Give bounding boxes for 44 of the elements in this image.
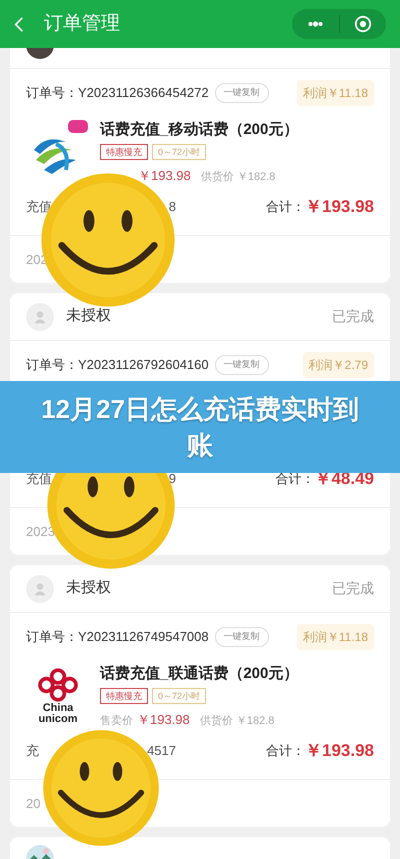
recharge-text: 充值 <box>26 470 52 488</box>
sale-price: ￥193.98 <box>138 166 191 184</box>
profit-badge: 利润￥11.18 <box>296 624 374 650</box>
recharge-text: 4517 <box>147 742 176 760</box>
order-number: 订单号：Y20231126749547008 <box>26 628 209 646</box>
profit-badge: 利润￥11.18 <box>296 80 374 106</box>
user-name: 未授权 <box>66 306 111 326</box>
product-tag: 特惠慢充 <box>100 144 148 160</box>
product-title: 话费充值_移动话费（200元） <box>100 120 298 140</box>
product-tag: 0～72小时 <box>152 144 206 160</box>
supply-price: 供货价 ￥182.8 <box>200 714 274 728</box>
order-number: 订单号：Y20231126366454272 <box>26 84 209 102</box>
avatar-icon <box>26 302 54 330</box>
copy-button[interactable]: 一键复制 <box>214 83 269 103</box>
sale-price: ￥193.98 <box>137 710 190 728</box>
supply-price: 供货价 ￥182.8 <box>200 170 276 184</box>
order-status: 已完成 <box>332 307 374 326</box>
logo-text: unicom <box>38 714 78 725</box>
total-label: 合计： <box>266 742 305 760</box>
close-icon[interactable] <box>354 15 372 33</box>
product-title: 话费充值_联通话费（200元） <box>100 664 298 684</box>
order-date: 20 <box>26 794 40 813</box>
user-name: 未授权 <box>66 578 111 598</box>
order-number: 订单号：Y20231126792604160 <box>26 356 209 374</box>
price-label: 售卖价 <box>100 714 133 728</box>
total-label: 合计： <box>275 470 314 488</box>
page-title: 订单管理 <box>44 12 120 36</box>
product-tag: 0～72小时 <box>152 688 206 704</box>
back-icon[interactable] <box>14 16 24 32</box>
order-status: 已完成 <box>332 579 374 598</box>
profit-badge: 利润￥2.79 <box>302 352 374 378</box>
recharge-text: 8 <box>168 198 176 216</box>
recharge-text: 9 <box>168 470 176 488</box>
copy-button[interactable]: 一键复制 <box>214 627 269 647</box>
recharge-text: 充 <box>26 742 39 760</box>
avatar-icon <box>26 574 54 602</box>
product-tag: 特惠慢充 <box>100 688 148 704</box>
banner-title: 12月27日怎么充话费实时到账 <box>40 393 360 462</box>
copy-button[interactable]: 一键复制 <box>214 355 269 375</box>
total-amount: ￥193.98 <box>305 196 374 218</box>
total-label: 合计： <box>266 198 305 216</box>
logo-text: China <box>42 703 74 714</box>
total-amount: ￥193.98 <box>305 740 374 762</box>
carrier-logo-icon <box>36 667 80 703</box>
